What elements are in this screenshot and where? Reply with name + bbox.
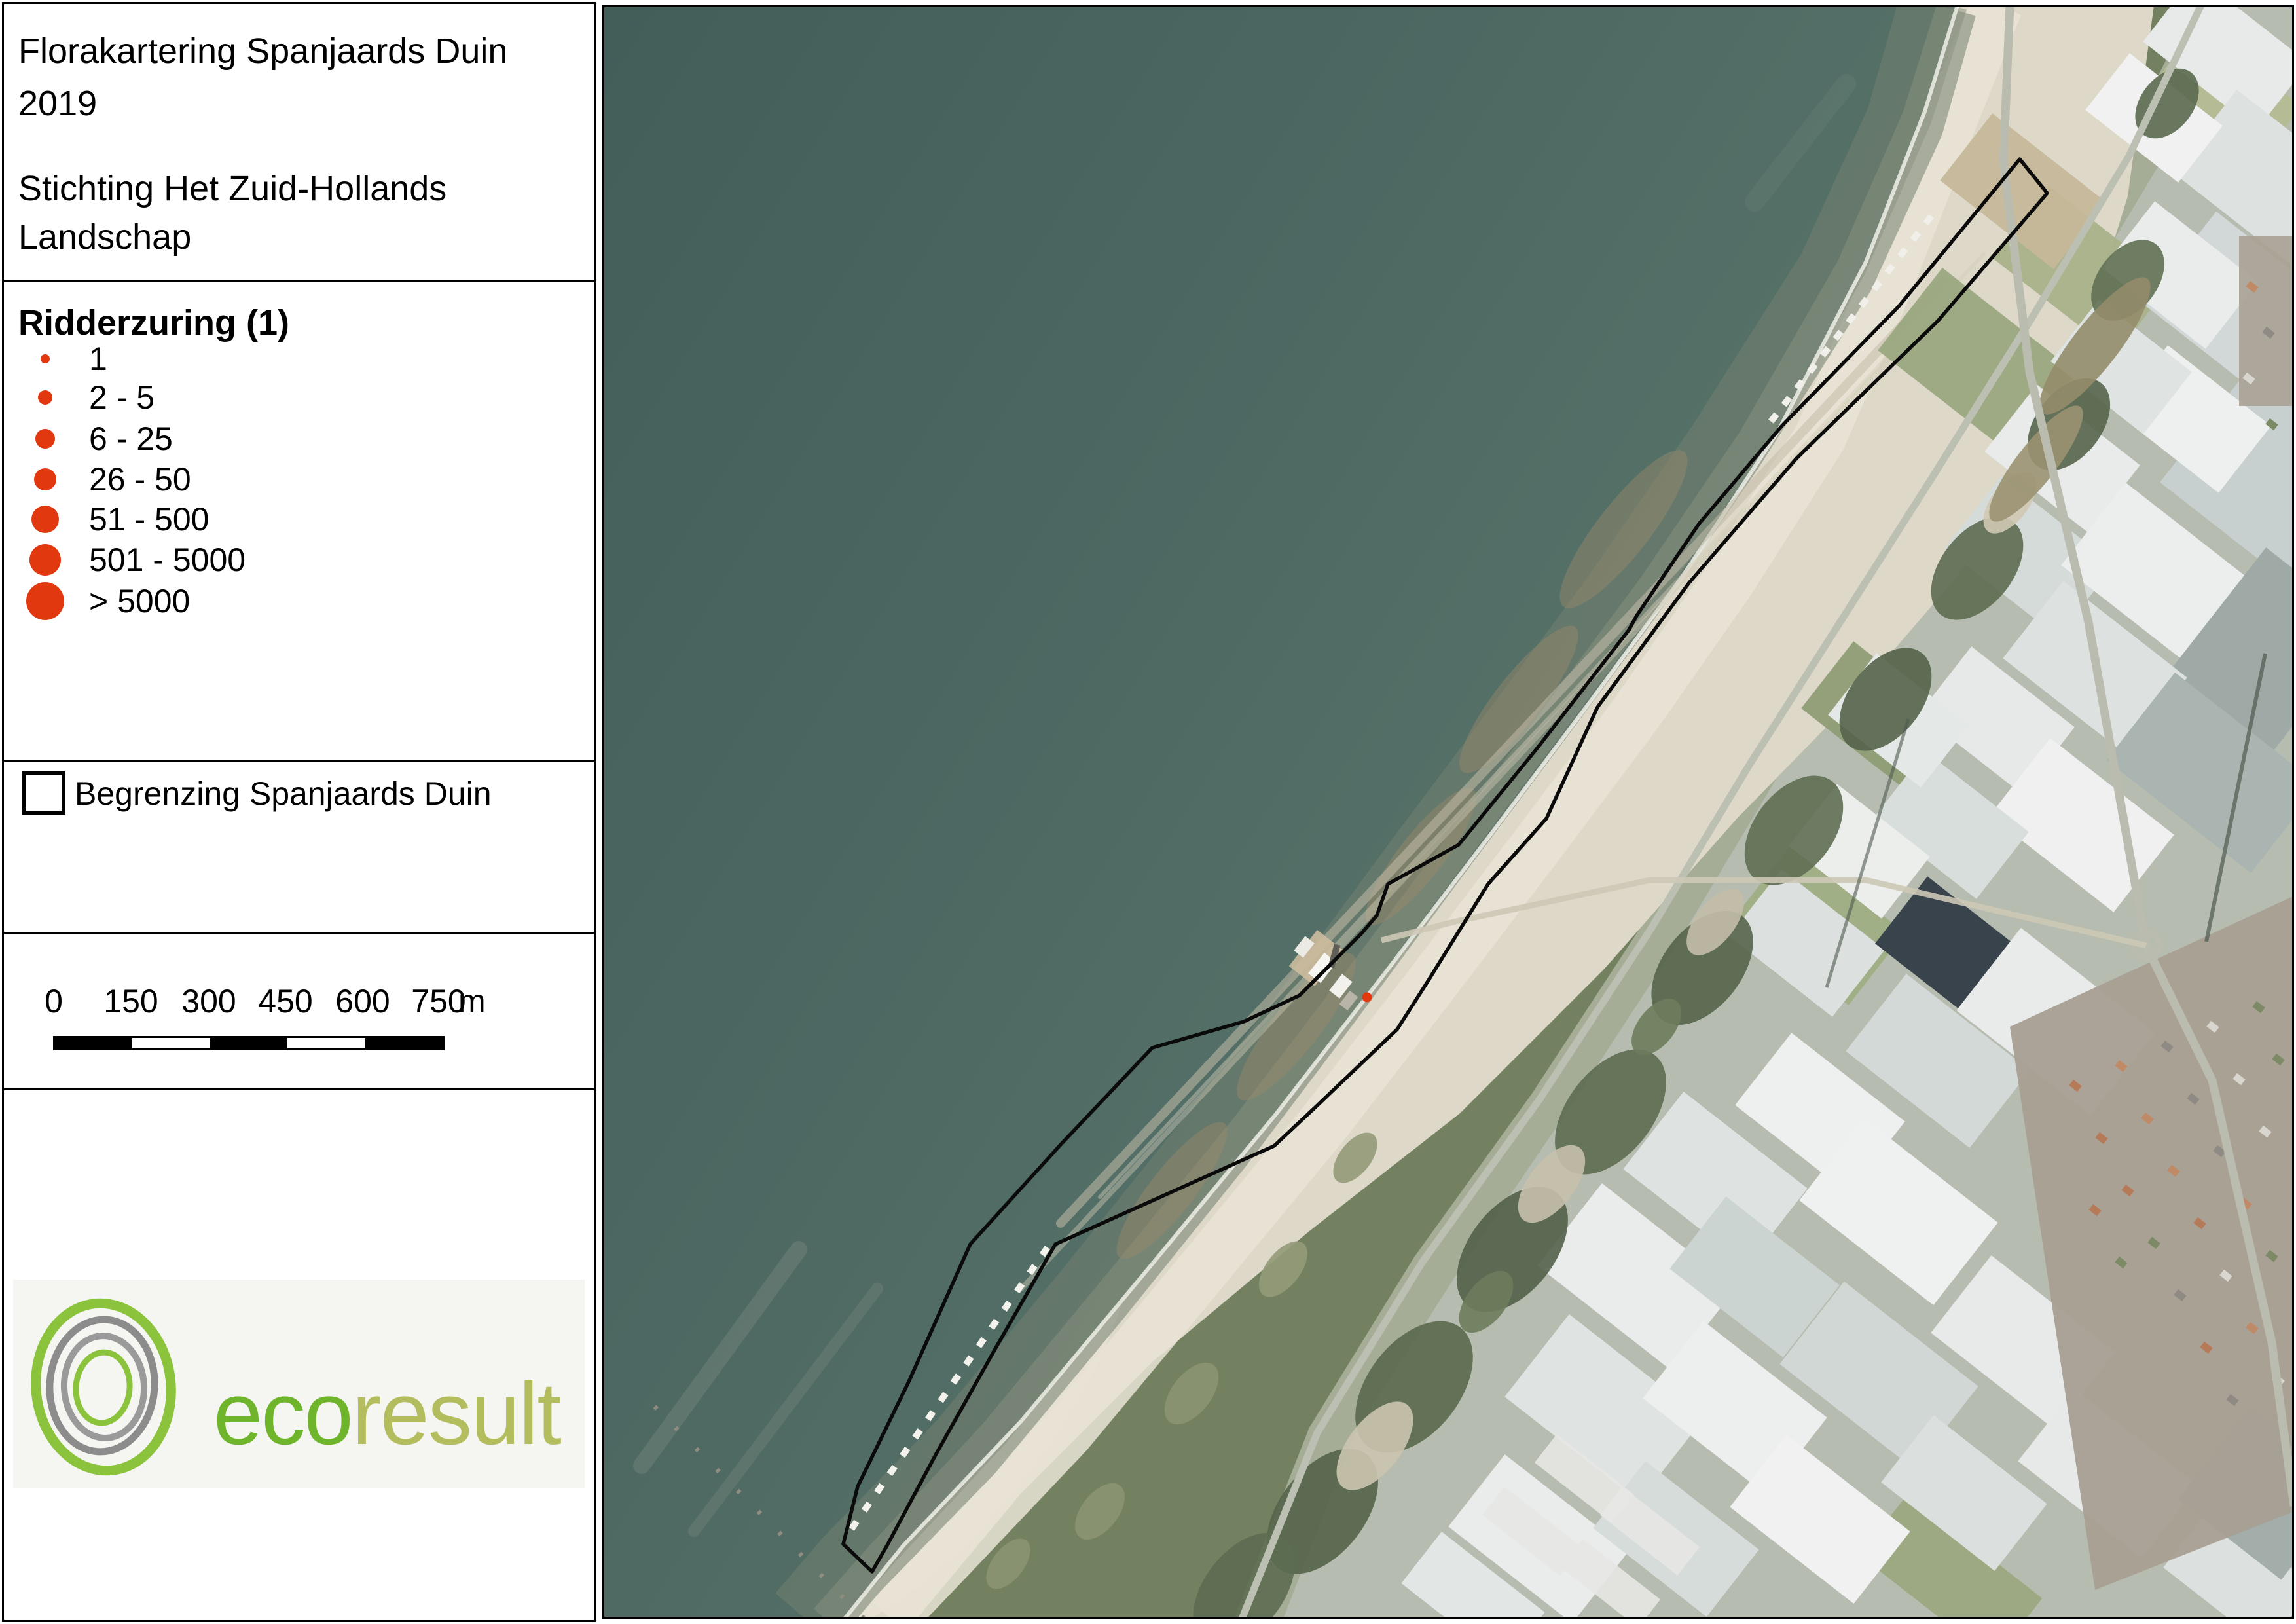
scale-bar-segment [287,1038,365,1048]
species-legend-title: Ridderzuring (1) [18,303,289,343]
section-divider [4,280,594,282]
legend-class-label: 1 [89,340,107,378]
legend-class-label: 2 - 5 [89,378,155,416]
legend-panel: Florakartering Spanjaards Duin 2019 Stic… [2,2,596,1622]
graduated-dot-icon [26,582,64,620]
legend-class-label: 501 - 5000 [89,541,246,579]
legend-row: > 5000 [4,581,594,621]
graduated-dot-icon [34,468,56,490]
legend-class-label: 6 - 25 [89,420,173,458]
scale-bar-segment [55,1038,132,1048]
scale-bar-segment [365,1038,443,1048]
org-line-1: Stichting Het Zuid-Hollands [18,162,446,215]
title-line-2: 2019 [18,77,97,130]
scale-tick-label: 150 [103,982,158,1020]
legend-row: 1 [4,339,594,379]
section-divider [4,760,594,762]
graduated-dot-icon [31,506,59,533]
legend-class-label: 26 - 50 [89,460,191,498]
scale-unit-label: m [458,982,486,1020]
aerial-photo [602,5,2294,1619]
scale-tick-label: 600 [335,982,390,1020]
title-line-1: Florakartering Spanjaards Duin [18,25,507,77]
boundary-legend-label: Begrenzing Spanjaards Duin [75,775,492,813]
scale-tick-label: 300 [181,982,236,1020]
graduated-dot-icon [35,429,55,449]
graduated-dot-icon [41,354,50,363]
scale-tick-label: 450 [258,982,312,1020]
legend-row: 26 - 50 [4,459,594,500]
scale-tick-label: 0 [45,982,63,1020]
scale-bar-graphic [53,1036,445,1050]
section-divider [4,932,594,934]
species-record-marker [1362,993,1372,1003]
graduated-dot-icon [38,390,52,405]
ecoresult-wordmark: ecoresult [213,1363,560,1464]
legend-row: 6 - 25 [4,418,594,459]
boundary-symbol-icon [22,771,65,815]
org-line-2: Landschap [18,211,191,263]
scale-bar-segment [132,1038,210,1048]
legend-class-label: > 5000 [89,582,190,620]
legend-row: 51 - 500 [4,499,594,540]
legend-row: 2 - 5 [4,377,594,418]
legend-class-label: 51 - 500 [89,500,209,538]
map-canvas [602,5,2294,1619]
page: { "panel": { "title": { "line1": "Florak… [0,0,2296,1624]
logo-word-result: result [352,1364,560,1463]
logo-word-eco: eco [213,1364,352,1463]
graduated-dot-icon [29,544,61,576]
scale-bar-segment [210,1038,287,1048]
legend-row: 501 - 5000 [4,540,594,580]
section-divider [4,1088,594,1090]
